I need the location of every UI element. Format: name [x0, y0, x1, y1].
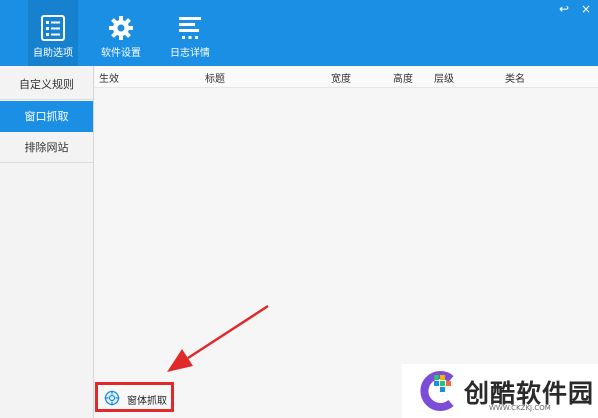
brand-logo-icon — [420, 371, 454, 411]
sidebar-item-window-capture[interactable]: 窗口抓取 — [0, 101, 93, 132]
watermark-url: WWW.CKZKJ.COM — [489, 404, 551, 412]
column-header-level[interactable]: 层级 — [434, 70, 454, 85]
back-icon[interactable]: ↩ — [556, 2, 572, 16]
sidebar-item-excluded-sites[interactable]: 排除网站 — [0, 132, 93, 163]
tool-label: 日志详情 — [170, 48, 210, 59]
checklist-icon — [41, 15, 65, 41]
target-icon — [104, 390, 120, 406]
tool-log-details[interactable]: 日志详情 — [163, 0, 217, 66]
close-icon[interactable]: × — [578, 2, 594, 16]
column-header-enabled[interactable]: 生效 — [99, 70, 119, 85]
top-toolbar: 自助选项 软件设置 日志详情 ↩ × — [0, 0, 598, 66]
log-lines-icon — [179, 17, 201, 39]
watermark: 创酷软件园 WWW.CKZKJ.COM — [402, 364, 598, 418]
column-header-width[interactable]: 宽度 — [331, 70, 351, 85]
tool-label: 自助选项 — [33, 48, 73, 59]
capture-button-label: 窗体抓取 — [127, 396, 167, 407]
window-capture-button[interactable]: 窗体抓取 — [95, 382, 174, 412]
table-header: 生效 标题 宽度 高度 层级 类名 — [95, 66, 598, 88]
tool-label: 软件设置 — [101, 48, 141, 59]
tool-self-help-options[interactable]: 自助选项 — [28, 0, 78, 66]
column-header-height[interactable]: 高度 — [393, 70, 413, 85]
tool-software-settings[interactable]: 软件设置 — [94, 0, 148, 66]
sidebar-item-custom-rules[interactable]: 自定义规则 — [0, 69, 93, 100]
column-header-class-name[interactable]: 类名 — [505, 70, 525, 85]
sidebar: 自定义规则 窗口抓取 排除网站 — [0, 66, 94, 418]
gear-icon — [109, 16, 133, 40]
column-header-title[interactable]: 标题 — [205, 70, 225, 85]
